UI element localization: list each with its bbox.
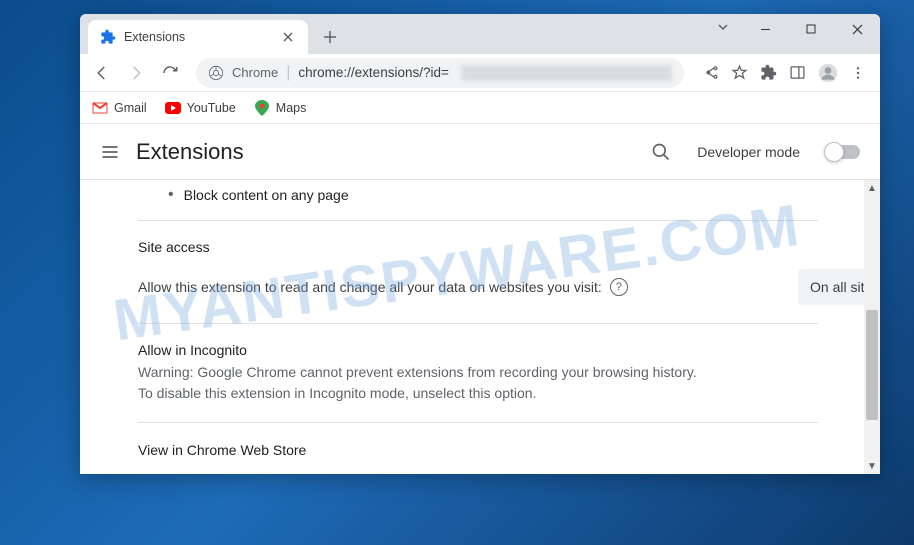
scrollbar-track[interactable]: ▲ ▼: [864, 180, 880, 474]
content-scroll-area: Block content on any page Site access Al…: [80, 180, 880, 474]
bookmark-star-icon[interactable]: [731, 64, 748, 81]
bookmarks-bar: Gmail YouTube Maps: [80, 92, 880, 124]
bookmark-gmail[interactable]: Gmail: [92, 100, 147, 116]
omnibox-blurred-id: [461, 65, 672, 81]
extensions-puzzle-icon[interactable]: [760, 64, 777, 81]
content: Block content on any page Site access Al…: [80, 180, 880, 474]
page-header: Extensions Developer mode: [80, 124, 880, 180]
gmail-icon: [92, 100, 108, 116]
browser-tab[interactable]: Extensions: [88, 20, 308, 54]
window-controls: [742, 14, 880, 44]
reload-button[interactable]: [156, 59, 184, 87]
incognito-title: Allow in Incognito: [138, 342, 708, 358]
close-window-button[interactable]: [834, 14, 880, 44]
scroll-up-arrow[interactable]: ▲: [864, 180, 880, 196]
omnibox-url: chrome://extensions/?id=: [298, 65, 448, 80]
site-access-label: Site access: [138, 239, 818, 255]
profile-avatar-icon[interactable]: [818, 63, 838, 83]
chrome-logo-icon: [208, 65, 224, 81]
bookmark-label: Gmail: [114, 101, 147, 115]
developer-mode-toggle[interactable]: [826, 145, 860, 159]
bookmark-youtube[interactable]: YouTube: [165, 100, 236, 116]
chrome-window: Extensions Chrome | chrome://extensions/…: [80, 14, 880, 474]
youtube-icon: [165, 100, 181, 116]
share-icon[interactable]: [702, 64, 719, 81]
omnibox-scheme-label: Chrome: [232, 65, 278, 80]
tab-title: Extensions: [124, 30, 272, 44]
minimize-button[interactable]: [742, 14, 788, 44]
bookmark-label: YouTube: [187, 101, 236, 115]
scrollbar-thumb[interactable]: [866, 310, 878, 420]
search-icon[interactable]: [651, 142, 671, 162]
permission-bullet: Block content on any page: [138, 180, 818, 220]
view-store-row[interactable]: View in Chrome Web Store: [138, 422, 818, 474]
bookmark-label: Maps: [276, 101, 307, 115]
omnibox[interactable]: Chrome | chrome://extensions/?id=: [196, 58, 684, 88]
allow-extension-text: Allow this extension to read and change …: [138, 279, 602, 295]
side-panel-icon[interactable]: [789, 64, 806, 81]
scroll-down-arrow[interactable]: ▼: [864, 458, 880, 474]
toolbar-icons: [696, 63, 872, 83]
forward-button[interactable]: [122, 59, 150, 87]
menu-kebab-icon[interactable]: [850, 65, 866, 81]
extension-icon: [100, 29, 116, 45]
address-bar: Chrome | chrome://extensions/?id=: [80, 54, 880, 92]
bookmark-maps[interactable]: Maps: [254, 100, 307, 116]
site-access-section: Site access Allow this extension to read…: [138, 220, 818, 323]
help-icon[interactable]: ?: [610, 278, 628, 296]
maps-icon: [254, 100, 270, 116]
page-title: Extensions: [136, 139, 635, 165]
menu-hamburger-icon[interactable]: [100, 142, 120, 162]
incognito-section: Allow in Incognito Warning: Google Chrom…: [138, 323, 818, 422]
omnibox-separator: |: [286, 64, 290, 82]
extensions-page: Extensions Developer mode Block content …: [80, 124, 880, 474]
tab-close-button[interactable]: [280, 29, 296, 45]
developer-mode-label: Developer mode: [697, 144, 800, 160]
tab-search-button[interactable]: [716, 20, 730, 34]
titlebar: Extensions: [80, 14, 880, 54]
view-store-label: View in Chrome Web Store: [138, 442, 306, 458]
back-button[interactable]: [88, 59, 116, 87]
maximize-button[interactable]: [788, 14, 834, 44]
incognito-warning: Warning: Google Chrome cannot prevent ex…: [138, 362, 708, 404]
new-tab-button[interactable]: [316, 23, 344, 51]
